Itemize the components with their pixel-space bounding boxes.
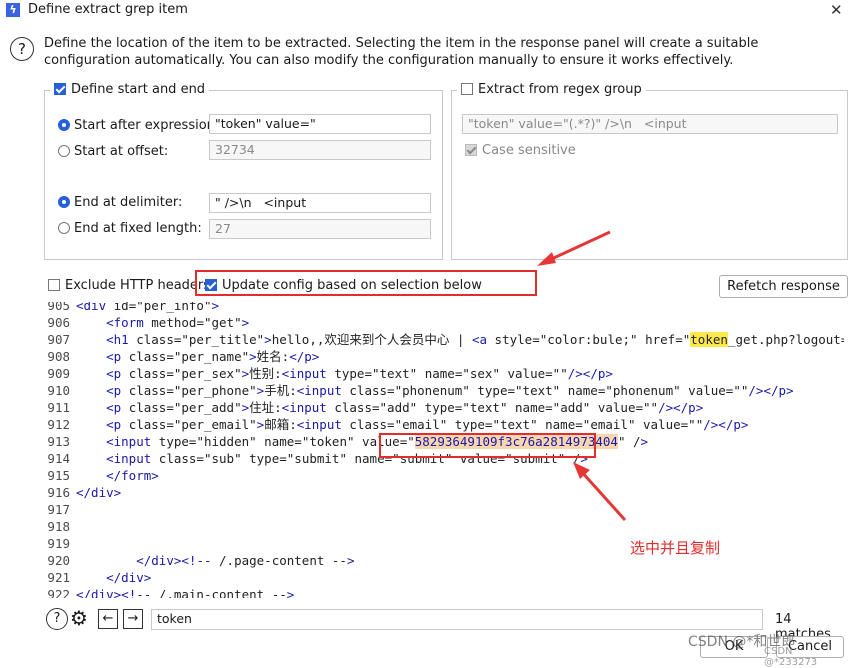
token-selection-annotation-box <box>379 433 596 458</box>
end-fixed-radio[interactable]: End at fixed length: <box>58 221 202 236</box>
end-fixed-input[interactable]: 27 <box>209 219 431 239</box>
define-start-end-checkbox[interactable]: Define start and end <box>50 82 210 97</box>
line-number: 911 <box>47 400 70 415</box>
update-config-annotation-box <box>195 270 537 296</box>
code-text: <p class="per_phone">手机:<input class="ph… <box>106 383 794 398</box>
radio-empty-icon <box>58 222 70 234</box>
arrow-left-icon[interactable]: ← <box>98 609 118 629</box>
code-line[interactable]: 907 <h1 class="per_title">hello,,欢迎来到个人会… <box>44 331 844 348</box>
code-line[interactable]: 912 <p class="per_email">邮箱:<input class… <box>44 416 748 433</box>
code-line[interactable]: 906 <form method="get"> <box>44 314 249 331</box>
code-text: <p class="per_name">姓名:</p> <box>106 349 320 364</box>
search-hit: token <box>690 332 728 347</box>
watermark-sub: CSDN @*233273 <box>764 646 818 668</box>
exclude-headers-label: Exclude HTTP headers <box>65 278 211 293</box>
code-text: </div> <box>106 570 152 585</box>
code-line[interactable]: 905 <div id="per_info"> <box>44 302 219 314</box>
end-fixed-label: End at fixed length: <box>74 221 202 236</box>
gear-icon[interactable]: ⚙ <box>70 607 88 629</box>
code-line[interactable]: 911 <p class="per_add">住址:<input class="… <box>44 399 703 416</box>
line-number: 915 <box>47 468 70 483</box>
arrow-right-icon[interactable]: → <box>123 609 143 629</box>
code-text: <p class="per_add">住址:<input class="add"… <box>106 400 704 415</box>
line-number: 908 <box>47 349 70 364</box>
code-text: </div> <box>76 485 122 500</box>
line-number: 910 <box>47 383 70 398</box>
close-icon[interactable]: ✕ <box>830 1 843 19</box>
start-after-label: Start after expression: <box>74 118 220 133</box>
code-line[interactable]: 922 </div><!-- /.main-content --> <box>44 586 294 598</box>
code-line[interactable]: 910 <p class="per_phone">手机:<input class… <box>44 382 794 399</box>
radio-selected-icon <box>58 119 70 131</box>
line-number: 905 <box>47 302 70 313</box>
line-number: 919 <box>47 536 70 551</box>
extract-regex-label: Extract from regex group <box>478 82 642 97</box>
case-sensitive-label: Case sensitive <box>482 143 576 158</box>
checkbox-empty-icon <box>461 83 473 95</box>
start-offset-radio[interactable]: Start at offset: <box>58 144 168 159</box>
window-title: Define extract grep item <box>28 2 188 17</box>
code-text: <h1 class="per_title">hello,,欢迎来到个人会员中心 … <box>106 332 844 347</box>
exclude-headers-checkbox[interactable]: Exclude HTTP headers <box>48 278 210 293</box>
case-sensitive-checkbox[interactable]: Case sensitive <box>465 143 576 158</box>
code-text: <div id="per_info"> <box>76 302 220 313</box>
code-text: <p class="per_email">邮箱:<input class="em… <box>106 417 749 432</box>
code-text: </div><!-- /.page-content --> <box>136 553 355 568</box>
code-line[interactable]: 916 </div> <box>44 484 121 501</box>
line-number: 917 <box>47 502 70 517</box>
refetch-response-button[interactable]: Refetch response <box>719 275 848 298</box>
end-delimiter-input[interactable]: " />\n <input <box>209 193 431 213</box>
start-after-input[interactable]: "token" value=" <box>209 114 431 134</box>
start-offset-label: Start at offset: <box>74 144 169 159</box>
code-line[interactable]: 919 <box>44 535 76 552</box>
code-text: <form method="get"> <box>106 315 250 330</box>
end-delimiter-radio[interactable]: End at delimiter: <box>58 195 182 210</box>
start-offset-input[interactable]: 32734 <box>209 140 431 160</box>
checkbox-empty-icon <box>48 279 60 291</box>
end-delimiter-label: End at delimiter: <box>74 195 183 210</box>
checkbox-checked-icon <box>54 83 66 95</box>
extract-regex-checkbox[interactable]: Extract from regex group <box>457 82 646 97</box>
radio-empty-icon <box>58 145 70 157</box>
line-number: 921 <box>47 570 70 585</box>
define-start-end-label: Define start and end <box>71 82 206 97</box>
line-number: 918 <box>47 519 70 534</box>
line-number: 913 <box>47 434 70 449</box>
regex-input[interactable]: "token" value="(.*?)" />\n <input <box>462 114 838 134</box>
line-number: 909 <box>47 366 70 381</box>
title-bar: ϟ Define extract grep item ✕ <box>0 0 848 22</box>
code-text: </div><!-- /.main-content --> <box>76 587 295 598</box>
code-line[interactable]: 915 </form> <box>44 467 159 484</box>
line-number: 907 <box>47 332 70 347</box>
line-number: 922 <box>47 587 70 598</box>
code-line[interactable]: 909 <p class="per_sex">性别:<input type="t… <box>44 365 613 382</box>
search-bar: ? ⚙ ← → token 14 matches OK Cancel CSDN … <box>0 598 848 668</box>
help-icon[interactable]: ? <box>46 608 68 630</box>
line-number: 916 <box>47 485 70 500</box>
line-number: 920 <box>47 553 70 568</box>
code-line[interactable]: 920 </div><!-- /.page-content --> <box>44 552 355 569</box>
line-number: 914 <box>47 451 70 466</box>
code-line[interactable]: 918 <box>44 518 76 535</box>
radio-selected-icon <box>58 196 70 208</box>
search-input[interactable]: token <box>151 609 763 630</box>
burp-lightning-icon: ϟ <box>6 3 20 17</box>
line-number: 906 <box>47 315 70 330</box>
line-number: 912 <box>47 417 70 432</box>
code-text: </form> <box>106 468 159 483</box>
code-text: <p class="per_sex">性别:<input type="text"… <box>106 366 613 381</box>
annotation-caption: 选中并且复制 <box>630 539 721 557</box>
code-line[interactable]: 921 </div> <box>44 569 151 586</box>
code-line[interactable]: 908 <p class="per_name">姓名:</p> <box>44 348 319 365</box>
checkbox-disabled-icon <box>465 144 477 156</box>
code-line[interactable]: 917 <box>44 501 76 518</box>
description-text: Define the location of the item to be ex… <box>44 36 759 68</box>
start-after-radio[interactable]: Start after expression: <box>58 118 219 133</box>
help-icon[interactable]: ? <box>10 37 34 61</box>
